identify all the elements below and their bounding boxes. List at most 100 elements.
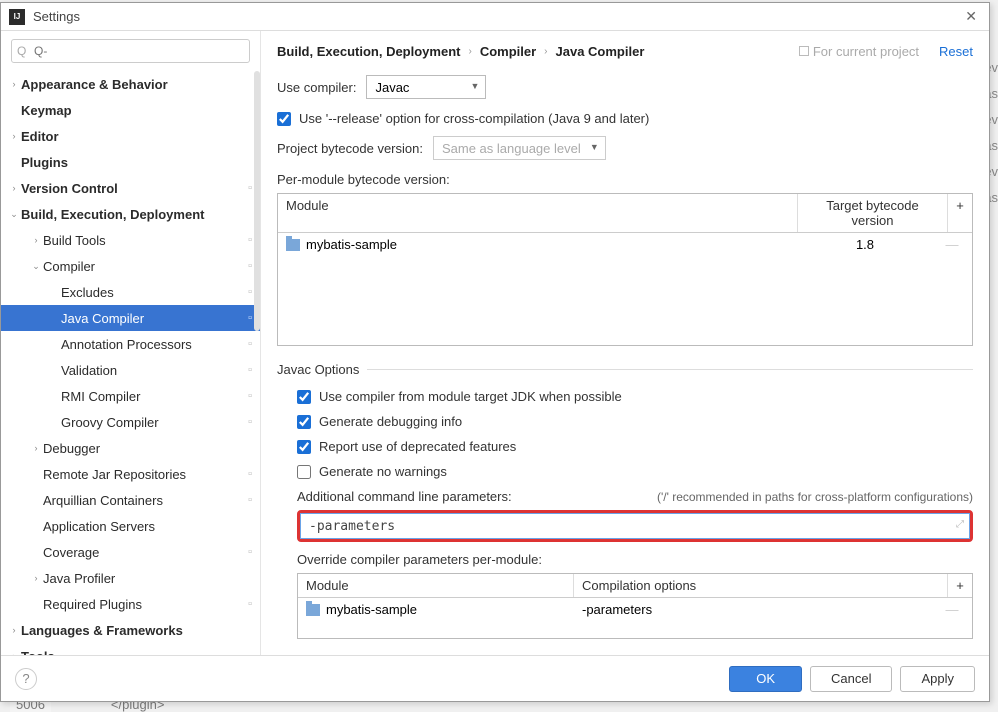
sidebar-item-label: Languages & Frameworks [21,623,252,638]
project-scope-icon: ▫ [248,312,252,324]
sidebar-item-label: Java Compiler [61,311,244,326]
sidebar-item[interactable]: ›Excludes▫ [1,279,260,305]
use-compiler-label: Use compiler: [277,80,356,95]
sidebar-item[interactable]: ›Languages & Frameworks [1,617,260,643]
javac-legend: Javac Options [277,362,367,377]
sidebar-scrollbar[interactable] [254,71,260,331]
release-option-checkbox[interactable] [277,112,291,126]
sidebar-item[interactable]: ›Arquillian Containers▫ [1,487,260,513]
project-scope-icon: ▫ [248,234,252,246]
chevron-icon: › [7,79,21,89]
chevron-icon: › [29,235,43,245]
sidebar-item-label: Coverage [43,545,244,560]
cmdline-params-input[interactable] [300,513,970,539]
chevron-icon: › [7,131,21,141]
chevron-icon: › [7,183,21,193]
sidebar-item-label: Plugins [21,155,252,170]
col-module[interactable]: Module [298,574,574,597]
module-icon [306,604,320,616]
chevron-down-icon: ▼ [471,81,480,91]
remove-row-button[interactable]: — [940,602,964,617]
chevron-icon: ⌄ [7,209,21,220]
app-icon: IJ [9,9,25,25]
col-compilation-options[interactable]: Compilation options [574,574,948,597]
generate-debug-checkbox[interactable] [297,415,311,429]
reset-link[interactable]: Reset [939,44,973,59]
project-scope-icon: ▫ [248,286,252,298]
sidebar-item[interactable]: ›RMI Compiler▫ [1,383,260,409]
sidebar-item-label: Excludes [61,285,244,300]
close-icon[interactable]: ✕ [961,8,981,25]
sidebar-item[interactable]: ›Java Profiler [1,565,260,591]
sidebar-item[interactable]: ›Keymap [1,97,260,123]
apply-button[interactable]: Apply [900,666,975,692]
sidebar-item[interactable]: ›Coverage▫ [1,539,260,565]
use-compiler-select[interactable]: Javac ▼ [366,75,486,99]
sidebar-item-label: Build Tools [43,233,244,248]
search-icon: Q [17,44,26,58]
add-row-button[interactable]: + [948,194,972,232]
sidebar-item-label: Appearance & Behavior [21,77,252,92]
chevron-icon: › [29,443,43,453]
sidebar-item[interactable]: ⌄Build, Execution, Deployment [1,201,260,227]
sidebar-item[interactable]: ›Appearance & Behavior [1,71,260,97]
sidebar-item[interactable]: ›Build Tools ▫ [1,227,260,253]
chevron-icon: ⌄ [29,261,43,272]
sidebar-item[interactable]: ›Version Control▫ [1,175,260,201]
project-scope-icon: ▫ [248,182,252,194]
no-warnings-checkbox[interactable] [297,465,311,479]
module-icon [286,239,300,251]
release-option-label: Use '--release' option for cross-compila… [299,111,649,126]
sidebar-item-label: Groovy Compiler [61,415,244,430]
use-module-jdk-checkbox[interactable] [297,390,311,404]
sidebar-item-label: RMI Compiler [61,389,244,404]
sidebar-item[interactable]: ›Java Compiler▫ [1,305,260,331]
ok-button[interactable]: OK [729,666,802,692]
settings-dialog: IJ Settings ✕ Q ›Appearance & Behavior›K… [0,2,990,702]
for-current-project-label: For current project [799,44,919,59]
chevron-right-icon: › [544,46,547,57]
col-target-version[interactable]: Target bytecode version [798,194,948,232]
expand-icon[interactable]: ⤢ [956,519,964,530]
sidebar-item[interactable]: ›Validation▫ [1,357,260,383]
sidebar-item[interactable]: ›Application Servers [1,513,260,539]
sidebar-item[interactable]: ›Tools [1,643,260,655]
sidebar-item-label: Tools [21,649,252,656]
sidebar-item[interactable]: ›Remote Jar Repositories▫ [1,461,260,487]
project-scope-icon: ▫ [248,416,252,428]
sidebar-item-label: Required Plugins [43,597,244,612]
project-scope-icon: ▫ [248,364,252,376]
table-row[interactable]: mybatis-sample 1.8 — [278,233,972,256]
sidebar-item[interactable]: ›Required Plugins▫ [1,591,260,617]
add-row-button[interactable]: + [948,574,972,597]
sidebar-item[interactable]: ⌄Compiler ▫ [1,253,260,279]
help-icon[interactable]: ? [15,668,37,690]
chevron-icon: › [29,573,43,583]
sidebar-item[interactable]: ›Plugins [1,149,260,175]
sidebar-item-label: Annotation Processors [61,337,244,352]
report-deprecated-checkbox[interactable] [297,440,311,454]
sidebar: Q ›Appearance & Behavior›Keymap›Editor›P… [1,31,261,655]
sidebar-item-label: Keymap [21,103,252,118]
sidebar-item-label: Debugger [43,441,252,456]
col-module[interactable]: Module [278,194,798,232]
project-bytecode-select[interactable]: Same as language level ▼ [433,136,606,160]
titlebar: IJ Settings ✕ [1,3,989,31]
sidebar-item[interactable]: ›Annotation Processors▫ [1,331,260,357]
project-scope-icon: ▫ [248,598,252,610]
sidebar-item-label: Build, Execution, Deployment [21,207,252,222]
window-title: Settings [33,9,961,24]
cmdline-params-highlight: ⤢ [297,510,973,542]
cancel-button[interactable]: Cancel [810,666,892,692]
sidebar-item-label: Arquillian Containers [43,493,244,508]
override-table: Module Compilation options + mybatis-sam… [297,573,973,639]
project-bytecode-label: Project bytecode version: [277,141,423,156]
project-scope-icon: ▫ [248,260,252,272]
sidebar-item-label: Compiler [43,259,244,274]
sidebar-item[interactable]: ›Groovy Compiler▫ [1,409,260,435]
remove-row-button[interactable]: — [940,237,964,252]
sidebar-item[interactable]: ›Debugger [1,435,260,461]
search-input[interactable] [11,39,250,63]
table-row[interactable]: mybatis-sample -parameters — [298,598,972,621]
sidebar-item[interactable]: ›Editor [1,123,260,149]
